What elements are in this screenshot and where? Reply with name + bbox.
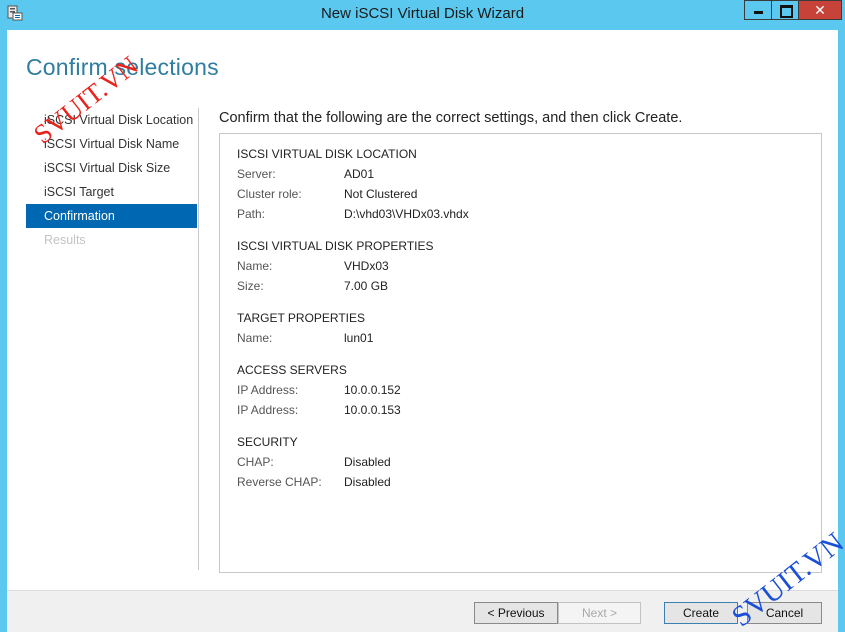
row-value: 10.0.0.152: [344, 383, 401, 397]
summary-section-properties: ISCSI VIRTUAL DISK PROPERTIES Name: VHDx0…: [237, 236, 821, 296]
nav-item-results: Results: [44, 233, 86, 247]
row-value: Disabled: [344, 455, 391, 469]
window-title: New iSCSI Virtual Disk Wizard: [320, 5, 525, 22]
instruction-text: Confirm that the following are the corre…: [219, 110, 683, 126]
wizard-footer: < Previous Next > Create Cancel: [7, 590, 838, 632]
nav-item-confirmation[interactable]: Confirmation: [26, 204, 197, 228]
summary-row: CHAP: Disabled: [237, 452, 821, 472]
section-title: ISCSI VIRTUAL DISK LOCATION: [237, 147, 417, 161]
next-button: Next >: [558, 602, 641, 624]
summary-row: Name: VHDx03: [237, 256, 821, 276]
row-value: D:\vhd03\VHDx03.vhdx: [344, 207, 469, 221]
row-value: VHDx03: [344, 259, 389, 273]
summary-section-access-servers: ACCESS SERVERS IP Address: 10.0.0.152 IP …: [237, 360, 821, 420]
row-value: AD01: [344, 167, 375, 181]
row-value: Disabled: [344, 475, 391, 489]
row-key: IP Address:: [237, 403, 299, 417]
row-value: 10.0.0.153: [344, 403, 401, 417]
summary-row: Reverse CHAP: Disabled: [237, 472, 821, 492]
summary-row: Name: lun01: [237, 328, 821, 348]
row-key: Name:: [237, 331, 273, 345]
row-value: 7.00 GB: [344, 279, 389, 293]
row-key: Size:: [237, 279, 264, 293]
close-button[interactable]: ✕: [798, 0, 842, 20]
section-title: SECURITY: [237, 435, 298, 449]
summary-row: Server: AD01: [237, 164, 821, 184]
summary-section-location: ISCSI VIRTUAL DISK LOCATION Server: AD01 …: [237, 144, 821, 224]
row-key: Reverse CHAP:: [237, 475, 322, 489]
row-key: IP Address:: [237, 383, 299, 397]
summary-row: IP Address: 10.0.0.153: [237, 400, 821, 420]
row-key: Name:: [237, 259, 273, 273]
nav-item-target[interactable]: iSCSI Target: [26, 180, 197, 204]
previous-button[interactable]: < Previous: [474, 602, 558, 624]
nav-divider: [198, 108, 199, 570]
summary-row: Path: D:\vhd03\VHDx03.vhdx: [237, 204, 821, 224]
nav-item-size[interactable]: iSCSI Virtual Disk Size: [26, 156, 197, 180]
summary-row: Cluster role: Not Clustered: [237, 184, 821, 204]
section-title: ACCESS SERVERS: [237, 363, 347, 377]
minimize-button[interactable]: [744, 0, 771, 20]
summary-section-security: SECURITY CHAP: Disabled Reverse CHAP: Disa…: [237, 432, 821, 492]
summary-row: IP Address: 10.0.0.152: [237, 380, 821, 400]
create-button[interactable]: Create: [664, 602, 738, 624]
row-key: Path:: [237, 207, 266, 221]
section-title: TARGET PROPERTIES: [237, 311, 366, 325]
settings-summary-box: ISCSI VIRTUAL DISK LOCATION Server: AD01 …: [219, 133, 822, 573]
summary-row: Size: 7.00 GB: [237, 276, 821, 296]
title-bar[interactable]: New iSCSI Virtual Disk Wizard ✕: [0, 0, 845, 30]
close-icon: ✕: [814, 2, 826, 18]
maximize-button[interactable]: [771, 0, 798, 20]
row-key: Cluster role:: [237, 187, 302, 201]
row-value: lun01: [344, 331, 374, 345]
row-key: Server:: [237, 167, 276, 181]
row-key: CHAP:: [237, 455, 274, 469]
section-title: ISCSI VIRTUAL DISK PROPERTIES: [237, 239, 434, 253]
wizard-window: New iSCSI Virtual Disk Wizard ✕ Confirm …: [0, 0, 845, 632]
row-value: Not Clustered: [344, 187, 418, 201]
summary-section-target: TARGET PROPERTIES Name: lun01: [237, 308, 821, 348]
wizard-content: Confirm selections iSCSI Virtual Disk Lo…: [7, 30, 838, 590]
